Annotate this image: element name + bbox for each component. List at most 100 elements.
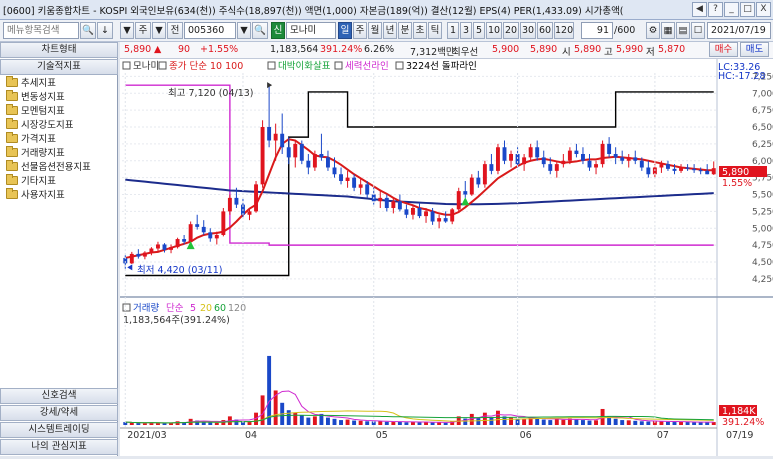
- candle-body: [711, 168, 716, 175]
- stock-find-icon[interactable]: 🔍: [252, 22, 268, 39]
- volume-bar: [267, 355, 272, 425]
- tech-indicator-header[interactable]: 기술적지표: [0, 59, 118, 75]
- new-badge[interactable]: 신: [271, 22, 285, 39]
- date-field[interactable]: 2021/07/19: [707, 22, 771, 39]
- tree-item-momentum[interactable]: 모멘텀지표: [6, 103, 65, 117]
- minimize-icon[interactable]: _: [724, 2, 739, 17]
- buy-button[interactable]: 매수: [709, 42, 738, 57]
- tree-item-user[interactable]: 사용자지표: [6, 187, 65, 201]
- volume-bar: [312, 416, 317, 425]
- count-input[interactable]: 91: [581, 22, 613, 39]
- vol-legend-60: 60: [214, 303, 226, 314]
- candle-body: [639, 160, 644, 168]
- search-icon[interactable]: 🔍: [80, 22, 96, 39]
- tree-item-strength[interactable]: 시장강도지표: [6, 117, 73, 131]
- system-trading-button[interactable]: 시스템트레이딩: [0, 422, 118, 438]
- tree-item-volume[interactable]: 거래량지표: [6, 145, 65, 159]
- checkbox-icon[interactable]: ☐: [691, 22, 705, 39]
- bull-bear-button[interactable]: 강세/약세: [0, 405, 118, 421]
- period-minute-button[interactable]: 분: [398, 22, 412, 39]
- tree-item-price[interactable]: 가격지표: [6, 131, 56, 145]
- code-dropdown-icon[interactable]: ▼: [237, 22, 251, 39]
- grid-icon[interactable]: ▦: [661, 22, 675, 39]
- price-tick-label: 6,250: [752, 140, 773, 150]
- volume-bar: [672, 422, 677, 425]
- stock-dropdown-icon[interactable]: ▼: [120, 22, 134, 39]
- volume-bar: [443, 422, 448, 425]
- volume-bar: [646, 421, 651, 425]
- type-ju-button[interactable]: 주: [135, 22, 151, 39]
- stock-code-input[interactable]: 005360: [184, 22, 236, 39]
- interval-1-button[interactable]: 1: [447, 22, 459, 39]
- period-day-button[interactable]: 일: [338, 22, 352, 39]
- help-icon[interactable]: ?: [708, 2, 723, 17]
- candle-body: [587, 160, 592, 168]
- candle-body: [581, 154, 585, 161]
- price-tick-label: 4,500: [752, 258, 773, 268]
- settings-icon[interactable]: ⚙: [646, 22, 660, 39]
- interval-60-button[interactable]: 60: [537, 22, 553, 39]
- candle-body: [365, 184, 370, 195]
- interval-120-button[interactable]: 120: [554, 22, 574, 39]
- restore-icon[interactable]: ◀: [692, 2, 707, 17]
- volume-bar: [581, 420, 585, 425]
- candle-body: [679, 167, 683, 171]
- candle-body: [482, 164, 487, 185]
- tree-item-volatility[interactable]: 변동성지표: [6, 89, 65, 103]
- menu-search-input[interactable]: [3, 22, 79, 39]
- interval-30-button[interactable]: 30: [520, 22, 536, 39]
- type-jeon-button[interactable]: 전: [167, 22, 183, 39]
- high-label: 고: [604, 47, 613, 58]
- my-indicators-button[interactable]: 나의 관심지표: [0, 439, 118, 455]
- best-bid-label: 최우선: [452, 47, 479, 58]
- candle-body: [293, 143, 298, 158]
- price-tick-label: 7,000: [752, 89, 773, 99]
- type-dropdown-icon[interactable]: ▼: [152, 22, 166, 39]
- interval-3-button[interactable]: 3: [460, 22, 472, 39]
- period-month-button[interactable]: 월: [368, 22, 382, 39]
- close-icon[interactable]: X: [756, 2, 771, 17]
- current-price: 5,890: [124, 44, 152, 55]
- volume-bar: [332, 418, 337, 425]
- interval-10-button[interactable]: 10: [486, 22, 502, 39]
- chart-svg[interactable]: 모나미 종가 단순 10 100 대박이화살표 세력선라인 3224선 돌파라인…: [120, 59, 773, 456]
- folder-icon: [6, 187, 18, 199]
- chart-type-button[interactable]: 차트형태: [0, 42, 118, 58]
- volume-bar: [554, 419, 559, 425]
- chart-area[interactable]: 모나미 종가 단순 10 100 대박이화살표 세력선라인 3224선 돌파라인…: [120, 59, 773, 456]
- folder-icon: [6, 131, 18, 143]
- low-annotation: 최저 4,420 (03/11): [137, 265, 223, 276]
- low-marker-icon: [127, 264, 133, 271]
- interval-5-button[interactable]: 5: [473, 22, 485, 39]
- candle-body: [567, 150, 572, 161]
- volume-bar: [404, 422, 409, 425]
- candle-body: [430, 211, 435, 222]
- volume-bar: [535, 418, 540, 425]
- tree-item-etc[interactable]: 기타지표: [6, 173, 56, 187]
- open-label: 시: [562, 47, 571, 58]
- volume-bar: [548, 420, 553, 425]
- price-axis: 7,2507,0006,7506,5006,2506,0005,7505,500…: [716, 59, 773, 456]
- candle-body: [227, 197, 232, 212]
- tree-item-futures[interactable]: 선물옵션전용지표: [6, 159, 91, 173]
- sell-button[interactable]: 매도: [740, 42, 769, 57]
- signal-search-button[interactable]: 신호검색: [0, 388, 118, 404]
- candle-body: [574, 150, 579, 154]
- ma-long-line: [125, 178, 714, 206]
- price-pct-tag: 1.55%: [722, 178, 752, 189]
- tree-item-trend[interactable]: 추세지표: [6, 75, 56, 89]
- maximize-icon[interactable]: □: [740, 2, 755, 17]
- period-tick-button[interactable]: 틱: [428, 22, 442, 39]
- candle-body: [535, 147, 540, 158]
- candle-body: [659, 164, 664, 168]
- interval-20-button[interactable]: 20: [503, 22, 519, 39]
- period-second-button[interactable]: 초: [413, 22, 427, 39]
- candle-body: [129, 253, 134, 264]
- down-arrow-icon[interactable]: ↓: [97, 22, 113, 39]
- period-week-button[interactable]: 주: [353, 22, 367, 39]
- candle-body: [332, 167, 337, 175]
- title-bar: [0600] 키움종합차트 - KOSPI 외국인보유(634(천)) 주식수(…: [0, 0, 773, 20]
- period-year-button[interactable]: 년: [383, 22, 397, 39]
- compare-icon[interactable]: ▤: [676, 22, 690, 39]
- candle-body: [554, 164, 559, 171]
